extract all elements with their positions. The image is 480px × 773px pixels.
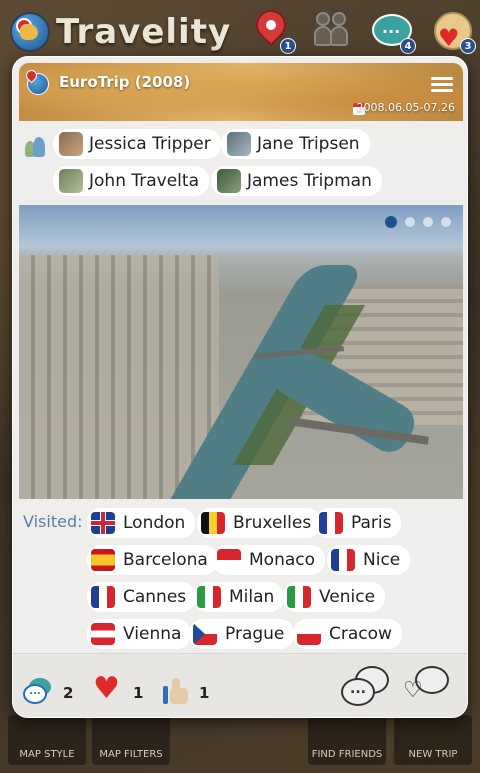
gallery-dot[interactable] [423,217,433,227]
city-chip[interactable]: Monaco [213,545,326,575]
austria-flag-icon [91,623,115,645]
chat-icon: ... [341,678,375,706]
monaco-flag-icon [217,549,241,571]
trip-photo[interactable] [19,205,463,499]
spain-flag-icon [91,549,115,571]
italy-flag-icon [287,586,311,608]
city-chip[interactable]: Nice [327,545,411,575]
trip-globe-icon [27,73,49,95]
map-filters-button[interactable]: MAP FILTERS [92,715,170,765]
trip-footer: ... 2 ♥ 1 1 ... ♡ [13,653,467,717]
find-friends-button[interactable]: FIND FRIENDS [308,715,386,765]
city-chip[interactable]: Milan [193,582,285,612]
city-chip[interactable]: Cracow [293,619,402,649]
like-button[interactable]: ♡ [403,666,451,712]
participant-chip[interactable]: John Travelta [53,166,209,196]
heart-icon: ♥ [93,671,120,706]
map-style-button[interactable]: MAP STYLE [8,715,86,765]
menu-icon[interactable] [431,77,453,93]
avatar [217,169,241,193]
likes-button[interactable]: 3 [430,10,476,54]
city-name: Venice [319,587,376,607]
participant-name: Jessica Tripper [89,134,211,154]
gallery-dot[interactable] [385,216,397,228]
city-name: Prague [225,624,285,644]
city-chip[interactable]: Bruxelles [197,508,322,538]
trip-header: EuroTrip (2008) 2008.06.05-07.26 [19,63,463,121]
city-name: Barcelona [123,550,208,570]
france-flag-icon [319,512,343,534]
gallery-dot[interactable] [441,217,451,227]
france-flag-icon [91,586,115,608]
trip-dates: 2008.06.05-07.26 [356,101,455,114]
uk-flag-icon [91,512,115,534]
likes-badge: 3 [460,38,476,54]
city-chip[interactable]: Barcelona [87,545,218,575]
likes-count: 1 [133,684,144,702]
thumbs-count: 1 [199,684,210,702]
poland-flag-icon [297,623,321,645]
participant-name: Jane Tripsen [257,134,360,154]
pins-badge: 1 [280,38,296,54]
heart-outline-icon: ♡ [403,678,423,703]
people-icon [314,12,350,50]
city-chip[interactable]: Paris [315,508,402,538]
gallery-pagination[interactable] [385,216,451,228]
pins-button[interactable]: 1 [249,3,296,54]
participant-chip[interactable]: James Tripman [211,166,382,196]
city-chip[interactable]: London [87,508,196,538]
france-flag-icon [331,549,355,571]
belgium-flag-icon [201,512,225,534]
czech-flag-icon [193,623,217,645]
globe-logo-icon [10,12,50,52]
participant-chip[interactable]: Jane Tripsen [221,129,370,159]
avatar [59,169,83,193]
city-chip[interactable]: Prague [189,619,295,649]
trip-title: EuroTrip (2008) [59,73,191,91]
city-name: Nice [363,550,401,570]
city-name: Cracow [329,624,392,644]
italy-flag-icon [197,586,221,608]
new-trip-button[interactable]: NEW TRIP [394,715,472,765]
add-comment-button[interactable]: ... [341,666,389,712]
participant-chip[interactable]: Jessica Tripper [53,129,221,159]
top-bar: Travelity 1 4 3 [0,0,480,62]
city-name: Milan [229,587,275,607]
thumbs-up-icon [163,678,189,704]
city-chip[interactable]: Cannes [87,582,197,612]
avatar [59,132,83,156]
city-chip[interactable]: Venice [283,582,386,612]
trip-card: EuroTrip (2008) 2008.06.05-07.26 Jessica… [12,56,468,718]
city-name: Bruxelles [233,513,312,533]
city-name: Vienna [123,624,182,644]
city-chip[interactable]: Vienna [87,619,192,649]
comments-button[interactable]: 4 [370,10,416,54]
bottom-bar: MAP STYLE MAP FILTERS FIND FRIENDS NEW T… [0,713,480,773]
visited-label: Visited: [23,512,83,531]
app-title: Travelity [56,12,232,52]
participant-name: John Travelta [89,171,199,191]
participant-name: James Tripman [247,171,372,191]
city-name: Cannes [123,587,187,607]
people-button[interactable] [310,10,352,52]
participants-icon [25,137,45,157]
city-name: Paris [351,513,392,533]
gallery-dot[interactable] [405,217,415,227]
comments-badge: 4 [400,38,416,54]
city-name: Monaco [249,550,316,570]
comments-count-icon: ... [23,678,51,704]
logo-pin-icon [12,14,36,38]
avatar [227,132,251,156]
comments-count: 2 [63,684,74,702]
city-name: London [123,513,186,533]
